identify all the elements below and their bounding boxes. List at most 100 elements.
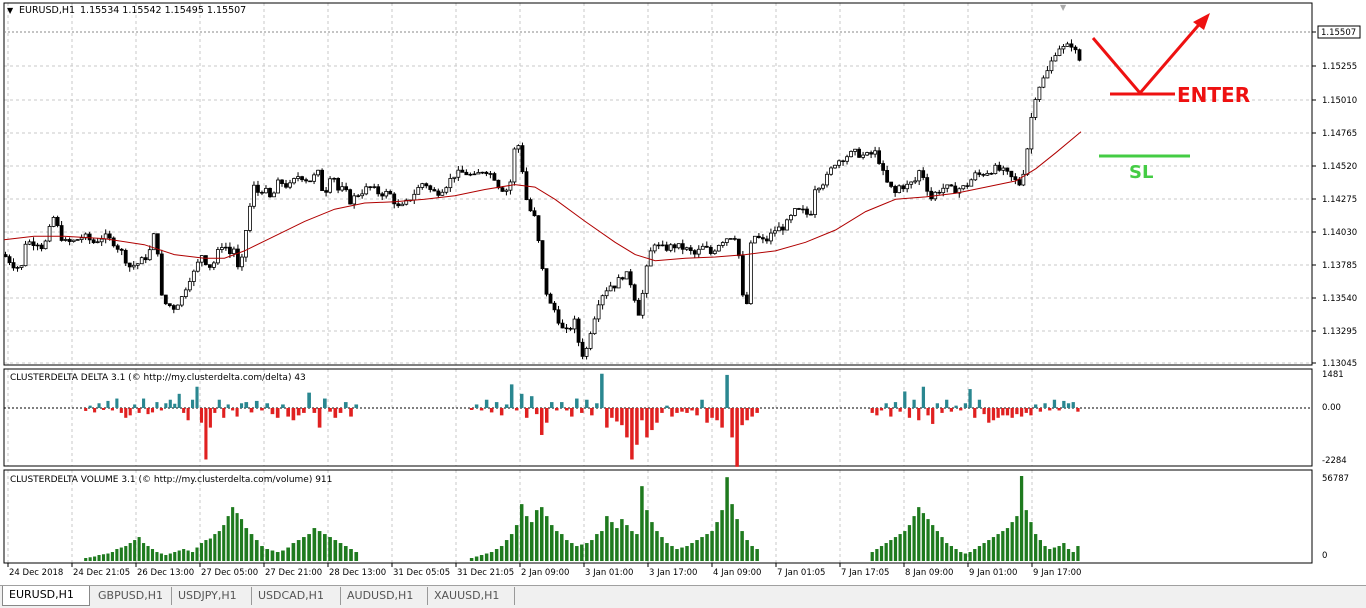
volume-bar	[715, 522, 719, 561]
candle	[75, 239, 80, 241]
delta-bar	[204, 408, 208, 460]
volume-bar	[88, 557, 92, 561]
scroll-marker-icon: ▼	[1060, 3, 1067, 12]
volume-bar	[302, 537, 306, 561]
volume-bar	[670, 546, 674, 561]
candle	[308, 180, 312, 183]
delta-bar	[690, 408, 694, 411]
price-tick-label: 1.15010	[1322, 96, 1357, 106]
delta-bar	[231, 408, 235, 411]
delta-bar	[949, 408, 954, 412]
tab-usdjpy-h1[interactable]: USDJPY,H1	[172, 587, 252, 605]
enter-label: ENTER	[1177, 83, 1250, 107]
candle	[159, 249, 164, 296]
volume-bar	[555, 531, 559, 561]
delta-bar	[137, 408, 141, 413]
candle	[640, 289, 645, 319]
delta-bar	[1071, 402, 1075, 408]
delta-bar	[735, 408, 739, 467]
volume-bar	[921, 513, 926, 561]
volume-bar	[489, 552, 494, 561]
volume-bar	[870, 552, 874, 561]
delta-bar	[898, 408, 902, 412]
delta-bar	[222, 408, 226, 418]
volume-bar	[963, 553, 968, 561]
delta-bar	[610, 408, 614, 418]
delta-bar	[1076, 408, 1080, 412]
chart-area[interactable]: ▼ EURUSD,H1 1.15534 1.15542 1.15495 1.15…	[0, 0, 1366, 585]
volume-bar	[1024, 510, 1028, 561]
delta-bar	[635, 408, 639, 445]
volume-bar	[675, 549, 679, 561]
volume-bar	[235, 513, 239, 561]
chart-menu-triangle-icon[interactable]: ▼	[7, 6, 14, 15]
delta-bar	[213, 408, 217, 413]
candle	[328, 176, 333, 194]
volume-bar	[1066, 549, 1071, 561]
delta-bar	[469, 408, 474, 410]
volume-bar	[1015, 516, 1019, 561]
delta-bar	[254, 400, 259, 408]
price-tick-label: 1.14765	[1322, 129, 1357, 139]
volume-bar	[296, 540, 301, 561]
candle	[897, 184, 902, 194]
volume-bar	[926, 519, 930, 561]
time-tick-label: 9 Jan 17:00	[1033, 568, 1081, 578]
volume-bar	[124, 546, 128, 561]
volume-bar	[745, 540, 749, 561]
delta-bar	[93, 408, 97, 413]
price-tick-label: 1.14520	[1322, 162, 1357, 172]
ohlc-quote: 1.15534 1.15542 1.15495 1.15507	[80, 5, 246, 16]
delta-bar	[146, 408, 150, 415]
volume-bar	[959, 552, 963, 561]
delta-bar	[875, 408, 879, 416]
tab-audusd-h1[interactable]: AUDUSD,H1	[341, 587, 428, 605]
delta-bar	[555, 408, 559, 411]
delta-bar	[504, 404, 509, 408]
delta-bar	[260, 408, 264, 411]
volume-bar	[620, 519, 624, 561]
candle	[244, 230, 248, 262]
volume-bar	[291, 543, 296, 561]
tab-usdcad-h1[interactable]: USDCAD,H1	[252, 587, 341, 605]
volume-bar	[710, 531, 714, 561]
delta-bar	[1005, 408, 1010, 416]
delta-bar	[177, 393, 181, 408]
delta-bar	[1057, 408, 1061, 411]
delta-bar	[565, 408, 569, 411]
delta-bar	[509, 384, 514, 408]
delta-bar	[954, 405, 958, 408]
volume-bar	[635, 534, 639, 561]
volume-bar	[595, 534, 599, 561]
volume-bar	[630, 531, 634, 561]
candle	[43, 239, 48, 250]
volume-bar	[524, 516, 529, 561]
delta-bar	[991, 408, 996, 421]
candle	[728, 238, 733, 240]
time-tick-label: 7 Jan 17:05	[841, 568, 889, 578]
volume-bar	[605, 516, 609, 561]
candle	[588, 331, 593, 351]
volume-bar	[560, 534, 564, 561]
delta-bar	[931, 408, 935, 424]
delta-bar	[615, 408, 619, 422]
delta-bar	[959, 408, 963, 411]
candle	[825, 171, 829, 188]
volume-bar	[333, 540, 338, 561]
delta-bar	[675, 408, 679, 413]
delta-bar	[575, 398, 579, 408]
delta-bar	[600, 373, 604, 408]
volume-bar	[231, 507, 235, 561]
time-tick-label: 28 Dec 13:00	[329, 568, 386, 578]
delta-bar	[1034, 404, 1038, 408]
delta-bar	[560, 402, 564, 408]
tab-eurusd-h1[interactable]: EURUSD,H1	[2, 586, 90, 606]
delta-bar	[514, 408, 519, 411]
volume-bar	[1062, 543, 1066, 561]
candle	[833, 164, 837, 169]
tab-gbpusd-h1[interactable]: GBPUSD,H1	[92, 587, 172, 605]
delta-bar	[88, 405, 92, 408]
delta-bar	[640, 408, 644, 421]
tab-xauusd-h1[interactable]: XAUUSD,H1	[428, 587, 515, 605]
delta-bar	[191, 399, 195, 408]
